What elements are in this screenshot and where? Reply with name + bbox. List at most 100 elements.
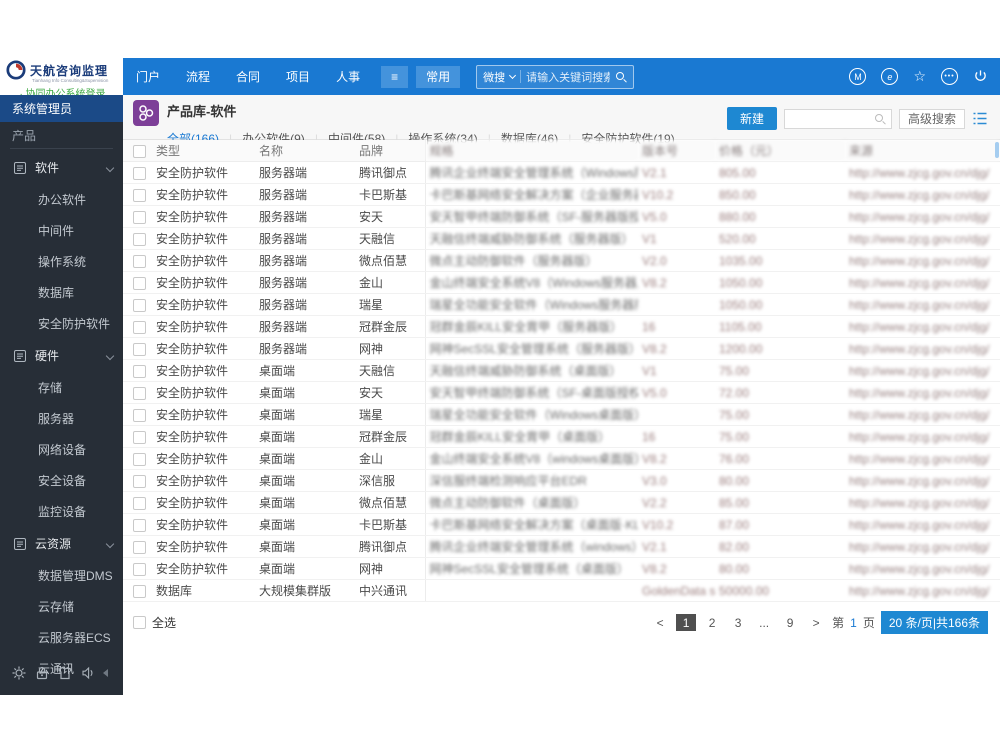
jump-page-number[interactable]: 1 [850,616,857,630]
table-row[interactable]: 数据库大规模集群版中兴通讯 GoldenData s...50000.00http… [123,579,1000,602]
sidebar-item[interactable]: 云存储 [0,591,123,622]
sidebar-group[interactable]: 云资源 [0,527,123,560]
table-row[interactable]: 安全防护软件 服务器端 天融信 天融信终端威胁防御系统（服务器版） V1 520.00 ht… [123,227,1000,250]
sidebar-item[interactable]: 安全防护软件 [0,308,123,339]
row-checkbox[interactable] [133,298,146,312]
select-all-checkbox[interactable] [133,616,146,629]
sidebar-item[interactable]: 数据库 [0,277,123,308]
table-row[interactable]: 安全防护软件 桌面端 瑞星 瑞星全功能安全软件（Windows桌面版） 75.00 htt… [123,403,1000,426]
prev-page-button[interactable]: < [650,614,670,631]
table-row[interactable]: 安全防护软件服务器端卡巴斯基卡巴斯基网络安全解决方案（企业服务器版）V10.28… [123,183,1000,206]
sidebar-group[interactable]: 硬件 [0,339,123,372]
search-input[interactable]: 请输入关键词搜索 [526,69,610,85]
page-button[interactable]: 1 [676,614,697,631]
page-button[interactable]: 3 [728,614,748,631]
page-size-summary[interactable]: 20 条/页|共166条 [880,611,988,634]
scrollbar-thumb[interactable] [995,142,999,158]
page-button[interactable]: ... [754,614,774,631]
table-row[interactable]: 安全防护软件服务器端安天安天智甲终端防御系统（SF-服务器版授权）V5.0880… [123,205,1000,228]
gear-icon[interactable] [11,665,27,681]
nav-item[interactable]: 门户 [123,68,173,85]
row-checkbox[interactable] [133,408,146,422]
table-row[interactable]: 安全防护软件 桌面端 天融信 天融信终端威胁防御系统（桌面版） V1 75.00 http:… [123,359,1000,382]
toolbar: 新建 高级搜索 [726,107,988,130]
row-checkbox[interactable] [133,276,146,290]
list-view-icon[interactable] [972,111,988,126]
new-button[interactable]: 新建 [726,107,777,130]
row-checkbox[interactable] [133,254,146,268]
search-scope-label[interactable]: 微搜 [483,69,505,85]
lock-icon[interactable] [34,665,50,681]
table-row[interactable]: 安全防护软件 桌面端 网神 网神SecSSL安全管理系统（桌面版） V8.2 80.00 h… [123,557,1000,580]
sidebar-item[interactable]: 操作系统 [0,246,123,277]
nav-item-active[interactable]: 常用 [416,65,461,88]
page-button[interactable]: 9 [780,614,800,631]
theme-icon[interactable] [57,665,73,681]
row-checkbox[interactable] [133,562,146,576]
table-row[interactable]: 安全防护软件 桌面端 冠群金辰 冠群金辰KILL安全胄甲（桌面版） 16 75.00 htt… [123,425,1000,448]
row-checkbox[interactable] [133,584,146,598]
row-checkbox[interactable] [133,386,146,400]
nav-item[interactable]: 流程 [173,68,223,85]
table-row[interactable]: 安全防护软件 服务器端 微点佰慧 微点主动防御软件（服务器版） V2.0 1035.00 h… [123,249,1000,272]
cell-type: 安全防护软件 [152,557,255,580]
row-checkbox[interactable] [133,342,146,356]
table-row[interactable]: 安全防护软件 桌面端 深信服 深信服终端检测响应平台EDR V3.0 80.00 http:… [123,469,1000,492]
table-row[interactable]: 安全防护软件 服务器端 腾讯御点 腾讯企业终端安全管理系统（Windows版） V2.1… [123,161,1000,184]
nav-item[interactable]: 项目 [273,68,323,85]
cell-spec: 腾讯企业终端安全管理系统（windows）V2.1 [425,535,638,558]
sidebar-item[interactable]: 网络设备 [0,434,123,465]
m-icon[interactable]: M [849,68,867,85]
collapse-sidebar-icon[interactable] [103,669,108,677]
table-row[interactable]: 安全防护软件 服务器端 冠群金辰 冠群金辰KILL安全胄甲（服务器版） 16 1105.0… [123,315,1000,338]
sidebar-item[interactable]: 云服务器ECS [0,622,123,653]
volume-icon[interactable] [80,665,96,681]
column-header: 品牌 [355,140,426,162]
sidebar-item[interactable]: 服务器 [0,403,123,434]
row-checkbox[interactable] [133,166,146,180]
row-checkbox[interactable] [133,320,146,334]
cell-spec: 瑞星全功能安全软件（Windows桌面版） [425,403,638,426]
row-checkbox[interactable] [133,518,146,532]
row-checkbox[interactable] [133,540,146,554]
nav-item[interactable]: 人事 [323,68,373,85]
row-checkbox[interactable] [133,210,146,224]
table-row[interactable]: 安全防护软件 服务器端 网神 网神SecSSL安全管理系统（服务器版） V8.2 1200… [123,337,1000,360]
table-row[interactable]: 安全防护软件 桌面端 微点佰慧 微点主动防御软件（桌面版） V2.2 85.00 http:… [123,491,1000,514]
nav-more-menu-icon[interactable]: ≡ [381,65,409,88]
header-checkbox[interactable] [133,144,146,158]
sidebar-item[interactable]: 办公软件 [0,184,123,215]
sidebar-item[interactable]: 中间件 [0,215,123,246]
sidebar-item[interactable]: 安全设备 [0,465,123,496]
row-checkbox[interactable] [133,364,146,378]
row-checkbox[interactable] [133,188,146,202]
table-row[interactable]: 安全防护软件桌面端腾讯御点腾讯企业终端安全管理系统（windows）V2.1V2… [123,535,1000,558]
sidebar-item[interactable]: 数据管理DMS [0,560,123,591]
next-page-button[interactable]: > [806,614,826,631]
table-row[interactable]: 安全防护软件 桌面端 卡巴斯基 卡巴斯基网络安全解决方案（桌面版·KL） V10.2 87… [123,513,1000,536]
advanced-search-button[interactable]: 高级搜索 [898,108,965,129]
row-checkbox-cell [123,469,152,492]
search-icon[interactable] [615,71,627,83]
row-checkbox[interactable] [133,474,146,488]
e-icon[interactable]: e [881,68,899,85]
row-checkbox[interactable] [133,232,146,246]
row-checkbox[interactable] [133,430,146,444]
row-checkbox[interactable] [133,496,146,510]
star-icon[interactable]: ☆ [913,70,926,84]
power-icon[interactable] [973,69,988,84]
more-icon[interactable]: ••• [941,68,958,85]
row-checkbox[interactable] [133,452,146,466]
cell-source: http://www.zjcg.gov.cn/djg/ [845,403,1000,426]
table-search-input[interactable] [783,108,892,129]
sidebar-item[interactable]: 存储 [0,372,123,403]
sidebar-item[interactable]: 监控设备 [0,496,123,527]
page-button[interactable]: 2 [702,614,722,631]
table-row[interactable]: 安全防护软件 服务器端 金山 金山终端安全系统V8（Windows服务器版） V8.2 1… [123,271,1000,294]
global-search[interactable]: 微搜 请输入关键词搜索 [476,64,635,89]
table-row[interactable]: 安全防护软件 桌面端 金山 金山终端安全系统V8（windows桌面版） V8.2 76.… [123,447,1000,470]
table-row[interactable]: 安全防护软件 桌面端 安天 安天智甲终端防御系统（SF-桌面版授权） V5.0 72.00… [123,381,1000,404]
nav-item[interactable]: 合同 [223,68,273,85]
sidebar-group[interactable]: 软件 [0,151,123,184]
table-row[interactable]: 安全防护软件 服务器端 瑞星 瑞星全功能安全软件（Windows服务器版） 1050.0… [123,293,1000,316]
